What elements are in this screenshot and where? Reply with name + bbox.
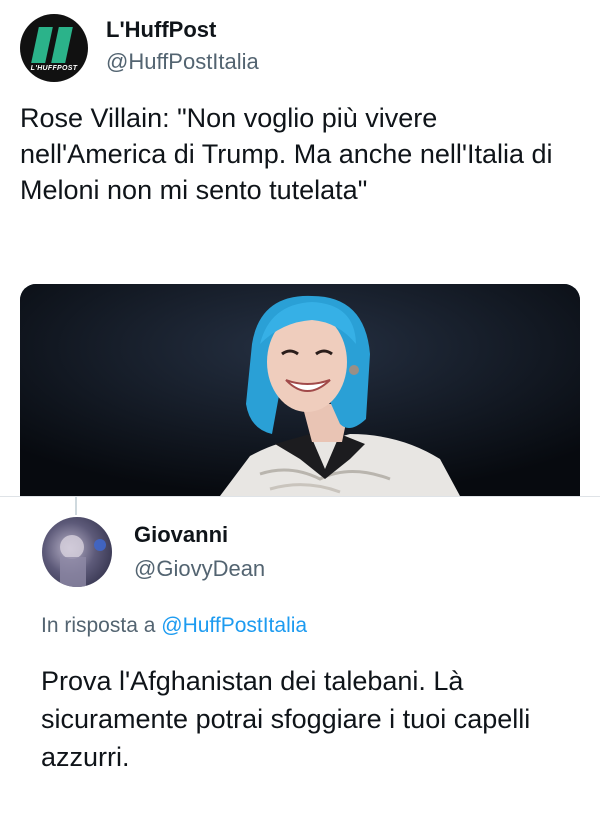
author-handle[interactable]: @HuffPostItalia xyxy=(106,49,259,75)
reply-author-display-name[interactable]: Giovanni xyxy=(134,522,228,548)
replying-to-prefix: In risposta a xyxy=(41,614,156,637)
giovanni-avatar[interactable] xyxy=(42,517,112,587)
replying-to-handle-link[interactable]: @HuffPostItalia xyxy=(161,614,307,637)
logo-bar-right xyxy=(51,27,73,63)
avatar-logo-text: L'HUFFPOST xyxy=(30,65,78,72)
tweet-divider xyxy=(0,496,600,497)
thread-connector xyxy=(75,497,77,515)
tweet-photo[interactable] xyxy=(20,284,580,496)
avatar-photo xyxy=(60,535,106,587)
photo-illustration xyxy=(20,284,580,496)
reply-text: Prova l'Afghanistan dei talebani. Là sic… xyxy=(41,666,531,772)
reply-author-handle[interactable]: @GiovyDean xyxy=(134,556,265,582)
huffpost-avatar[interactable]: L'HUFFPOST xyxy=(20,14,88,82)
author-display-name[interactable]: L'HuffPost xyxy=(106,17,216,43)
replying-to: In risposta a @HuffPostItalia xyxy=(41,614,307,638)
logo-bar-left xyxy=(31,27,53,63)
tweet-text: Rose Villain: "Non voglio più vivere nel… xyxy=(20,103,553,205)
